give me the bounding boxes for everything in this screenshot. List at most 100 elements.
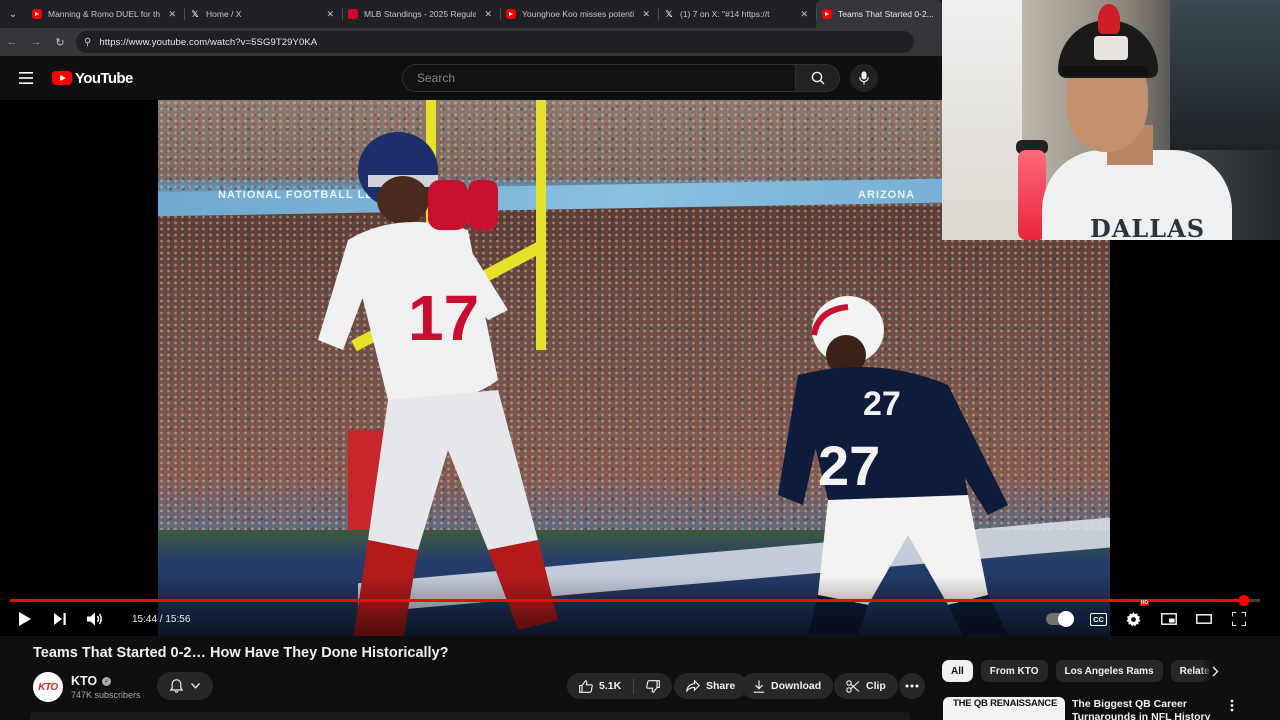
- tab-title: Teams That Started 0-2... H: [838, 9, 934, 19]
- like-count: 5.1K: [599, 680, 622, 692]
- channel-name[interactable]: KTO: [71, 674, 97, 688]
- theater-mode-icon: [1195, 614, 1212, 624]
- browser-tab[interactable]: Younghoe Koo misses potentia ✕: [500, 0, 658, 28]
- progress-scrubber-handle[interactable]: [1238, 595, 1250, 606]
- search-button[interactable]: [796, 64, 840, 92]
- recommended-video-title[interactable]: The Biggest QB Career Turnarounds in NFL…: [1072, 698, 1222, 720]
- like-button[interactable]: 5.1K: [567, 673, 633, 699]
- download-action: Download: [741, 673, 834, 699]
- clip-button[interactable]: Clip: [834, 673, 898, 699]
- voice-search-button[interactable]: [850, 64, 878, 92]
- tab-title: Younghoe Koo misses potentia: [522, 9, 635, 19]
- skip-next-icon: [54, 613, 66, 625]
- related-filter-chips: All From KTO Los Angeles Rams Relate: [942, 659, 1280, 683]
- tab-close-icon[interactable]: ✕: [642, 9, 650, 20]
- tab-title: MLB Standings - 2025 Regular: [364, 9, 477, 19]
- miniplayer-icon: [1160, 613, 1177, 625]
- share-label: Share: [706, 680, 736, 692]
- youtube-wordmark: YouTube: [75, 69, 133, 87]
- search-icon: [811, 71, 824, 85]
- recommended-video-menu-button[interactable]: [1224, 697, 1240, 713]
- volume-icon: [87, 612, 102, 626]
- webcam-overlay: DALLAS: [942, 0, 1280, 240]
- defender-shoulder-number: 27: [863, 385, 901, 423]
- subtitles-button[interactable]: CC: [1081, 606, 1116, 632]
- browser-tab[interactable]: 𝕏 (1) 7 on X: "#14 https://t ✕: [658, 0, 816, 28]
- receiver-jersey-number: 17: [408, 282, 479, 354]
- fullscreen-icon: [1231, 612, 1246, 626]
- tab-close-icon[interactable]: ✕: [326, 9, 334, 20]
- back-arrow-icon[interactable]: ←: [0, 28, 24, 56]
- youtube-play-logo-icon: [52, 71, 72, 85]
- more-actions-button[interactable]: [899, 673, 925, 699]
- download-button[interactable]: Download: [741, 673, 834, 699]
- gear-icon: [1126, 611, 1141, 626]
- clip-label: Clip: [866, 680, 886, 692]
- time-display: 15:44 / 15:56: [132, 613, 191, 625]
- youtube-logo[interactable]: YouTube: [52, 70, 133, 87]
- chevron-down-icon: [191, 683, 200, 689]
- download-icon: [753, 680, 765, 693]
- chip-all[interactable]: All: [942, 660, 973, 682]
- tab-title: Home / X: [206, 9, 242, 19]
- x-favicon-icon: 𝕏: [191, 8, 199, 19]
- microphone-icon: [859, 71, 869, 85]
- fullscreen-button[interactable]: [1221, 606, 1256, 632]
- webcam-cap-brim: [1062, 66, 1148, 76]
- recommended-video-item[interactable]: THE QB RENAISSANCE The Biggest QB Career…: [942, 697, 1280, 720]
- browser-tab-active[interactable]: Teams That Started 0-2... H: [816, 0, 942, 28]
- browser-toolbar: ← → ↻ ⚲ https://www.youtube.com/watch?v=…: [0, 28, 942, 56]
- webcam-wall: [942, 0, 1022, 240]
- youtube-favicon-icon: [822, 9, 832, 19]
- miniplayer-button[interactable]: [1151, 606, 1186, 632]
- forward-arrow-icon[interactable]: →: [24, 28, 48, 56]
- dislike-button[interactable]: [634, 673, 672, 699]
- chip-los-angeles-rams[interactable]: Los Angeles Rams: [1055, 660, 1163, 682]
- hd-badge: HD: [1139, 600, 1149, 606]
- like-dislike-group: 5.1K: [567, 673, 673, 699]
- url-text[interactable]: https://www.youtube.com/watch?v=5SG9T29Y…: [99, 37, 317, 48]
- progress-bar[interactable]: [10, 595, 1260, 606]
- guide-menu-icon[interactable]: [0, 56, 52, 100]
- search-input[interactable]: [402, 64, 796, 92]
- tab-search-chevron-icon[interactable]: ⌄: [0, 0, 26, 28]
- share-arrow-icon: [686, 680, 700, 692]
- progress-played: [10, 599, 1245, 602]
- address-bar[interactable]: ⚲ https://www.youtube.com/watch?v=5SG9T2…: [76, 31, 914, 53]
- tab-close-icon[interactable]: ✕: [484, 9, 492, 20]
- search-box: [402, 64, 878, 92]
- youtube-favicon-icon: [506, 9, 516, 19]
- mute-button[interactable]: [70, 606, 120, 632]
- next-button[interactable]: [50, 606, 70, 632]
- video-title: Teams That Started 0-2… How Have They Do…: [33, 645, 449, 661]
- browser-tab[interactable]: 𝕏 Home / X ✕: [184, 0, 342, 28]
- chip-from-channel[interactable]: From KTO: [980, 660, 1048, 682]
- channel-avatar[interactable]: KTO: [33, 672, 63, 702]
- subscriber-count: 747K subscribers: [71, 690, 141, 700]
- tab-close-icon[interactable]: ✕: [168, 9, 176, 20]
- reload-icon[interactable]: ↻: [48, 28, 72, 56]
- youtube-masthead: YouTube: [0, 56, 942, 100]
- chevron-right-icon: [1212, 666, 1218, 676]
- thumbnail-caption: THE QB RENAISSANCE: [953, 698, 1058, 709]
- tab-close-icon[interactable]: ✕: [800, 9, 808, 20]
- recommended-video-thumbnail[interactable]: THE QB RENAISSANCE: [943, 697, 1065, 720]
- theater-mode-button[interactable]: [1186, 606, 1221, 632]
- scissors-icon: [846, 679, 860, 693]
- more-vertical-icon: [1230, 699, 1234, 711]
- below-fold-content-edge: [30, 712, 910, 720]
- autoplay-toggle[interactable]: [1037, 606, 1081, 632]
- share-button[interactable]: Share: [674, 673, 748, 699]
- webcam-window: [1170, 0, 1280, 150]
- bell-icon: [170, 679, 183, 693]
- autoplay-switch-icon: [1046, 611, 1074, 627]
- site-info-icon[interactable]: ⚲: [84, 37, 91, 48]
- browser-tab[interactable]: MLB Standings - 2025 Regular ✕: [342, 0, 500, 28]
- stadium-banner-text: ARIZONA: [858, 189, 916, 201]
- browser-tab[interactable]: Manning & Romo DUEL for the ✕: [26, 0, 184, 28]
- chips-next-button[interactable]: [1200, 659, 1230, 683]
- webcam-cap-patch: [1094, 36, 1128, 60]
- play-button[interactable]: [0, 606, 50, 632]
- subscribed-notifications-button[interactable]: [157, 672, 213, 700]
- settings-button[interactable]: HD: [1116, 600, 1151, 632]
